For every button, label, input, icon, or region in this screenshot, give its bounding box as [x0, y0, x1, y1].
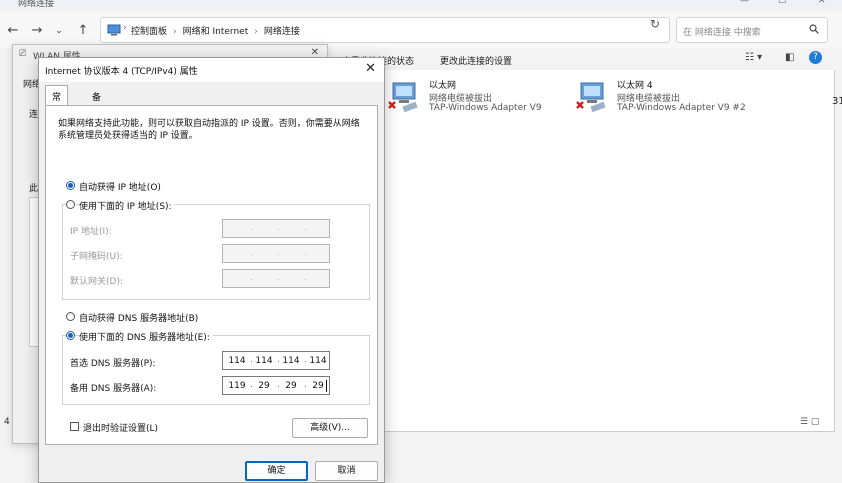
adapter-ethernet-4[interactable]: 以太网 4 网络电缆被拔出 TAP-Windows Adapter V9 #2 [575, 78, 775, 118]
ipv4-properties-dialog: Internet 协议版本 4 (TCP/IPv4) 属性 ✕ 常规 备用配置 … [38, 57, 385, 483]
path-chevron-icon: › [123, 23, 127, 33]
dns-auto-radio[interactable] [66, 312, 75, 321]
validate-on-exit-checkbox[interactable] [70, 422, 79, 431]
octet-dot: . [250, 248, 253, 258]
ip-manual-label[interactable]: 使用下面的 IP 地址(S): [79, 199, 175, 212]
octet-dot: . [277, 248, 280, 258]
preferred-dns-label: 首选 DNS 服务器(P): [70, 359, 156, 369]
validate-on-exit-label[interactable]: 退出时验证设置(L) [83, 421, 158, 434]
intro-text: 如果网络支持此功能，则可以获取自动指派的 IP 设置。否则，你需要从网络系统管理… [58, 119, 360, 141]
dns-auto-label[interactable]: 自动获得 DNS 服务器地址(B) [79, 311, 198, 324]
close-icon[interactable]: ✕ [818, 0, 826, 6]
tab-general[interactable]: 常规 [45, 85, 69, 116]
cancel-button[interactable]: 取消 [315, 461, 378, 481]
network-adapter-icon [576, 82, 606, 113]
alternate-dns-field[interactable]: 119. 29. 29. 29 [222, 376, 330, 395]
text-cursor [326, 380, 327, 392]
advanced-button[interactable]: 高级(V)... [292, 418, 368, 438]
search-input[interactable]: 在 网络连接 中搜索 [683, 25, 761, 38]
back-arrow-icon[interactable]: ← [4, 22, 22, 40]
wlan-window-icon: ⎚ [19, 49, 27, 59]
breadcrumb-separator: › [173, 27, 177, 37]
adapter-ethernet[interactable]: 以太网 网络电缆被拔出 TAP-Windows Adapter V9 [387, 78, 567, 118]
breadcrumb-control-panel[interactable]: 控制面板 [131, 27, 167, 37]
refresh-icon[interactable]: ↻ [650, 17, 660, 31]
octet[interactable]: 114 [225, 356, 249, 366]
octet-dot: . [277, 223, 280, 233]
status-left-digit: 4 [4, 417, 10, 427]
subnet-mask-field: . . . [222, 244, 330, 263]
search-box[interactable]: 在 网络连接 中搜索 [676, 17, 828, 43]
explorer-titlebar: 网络连接 — ☐ ✕ [0, 0, 842, 10]
recent-dropdown-icon[interactable]: ⌄ [50, 22, 68, 40]
octet-dot: . [304, 273, 307, 283]
maximize-icon[interactable]: ☐ [778, 0, 786, 6]
general-panel: 如果网络支持此功能，则可以获取自动指派的 IP 设置。否则，你需要从网络系统管理… [45, 105, 378, 445]
ip-address-label: IP 地址(I): [70, 227, 112, 237]
adapter-name: 以太网 4 [617, 81, 653, 91]
breadcrumb: 控制面板 › 网络和 Internet › 网络连接 [131, 24, 300, 37]
forward-arrow-icon[interactable]: → [28, 22, 46, 40]
help-icon[interactable]: ? [809, 51, 822, 64]
up-arrow-icon[interactable]: ↑ [74, 22, 92, 40]
wlan-connect-label: 连 [29, 110, 39, 120]
address-bar[interactable]: › 控制面板›网络和 Internet›网络连接 ⌄ [100, 17, 734, 43]
default-gateway-label: 默认网关(D): [70, 277, 123, 287]
tab-alternate-configuration[interactable]: 备用配置 [85, 85, 108, 142]
ip-auto-label[interactable]: 自动获得 IP 地址(O) [79, 180, 161, 193]
octet[interactable]: 114 [279, 356, 303, 366]
octet[interactable]: 114 [252, 356, 276, 366]
connections-list: 以太网 网络电缆被拔出 TAP-Windows Adapter V9 以太网 4… [385, 70, 835, 432]
change-connection-settings-button[interactable]: 更改此连接的设置 [440, 54, 512, 67]
octet-dot: . [250, 223, 253, 233]
octet-dot: . [250, 273, 253, 283]
address-toolbar: ← → ⌄ ↑ › 控制面板›网络和 Internet›网络连接 ⌄ ↻ 在 网… [0, 12, 842, 48]
change-view-icon[interactable]: ☷ ▾ [745, 52, 762, 63]
adapter-device: TAP-Windows Adapter V9 [429, 103, 542, 113]
details-view-icon[interactable]: ☰ ▢ [800, 417, 819, 427]
wlan-this-label: 此 [29, 184, 39, 194]
dialog-titlebar: Internet 协议版本 4 (TCP/IPv4) 属性 ✕ [39, 58, 384, 82]
dns-manual-radio[interactable] [66, 331, 75, 340]
alternate-dns-label: 备用 DNS 服务器(A): [70, 384, 157, 394]
control-panel-icon [107, 24, 121, 36]
ok-button[interactable]: 确定 [245, 461, 308, 481]
minimize-icon[interactable]: — [740, 0, 749, 6]
subnet-mask-label: 子网掩码(U): [70, 252, 123, 262]
edge-text: 31 [832, 96, 842, 107]
close-icon[interactable]: ✕ [365, 61, 376, 76]
octet[interactable]: 114 [306, 356, 330, 366]
default-gateway-field: . . . [222, 269, 330, 288]
ip-manual-radio[interactable] [66, 200, 75, 209]
dns-manual-label[interactable]: 使用下面的 DNS 服务器地址(E): [79, 330, 213, 343]
octet-dot: . [277, 273, 280, 283]
ip-auto-radio[interactable] [66, 181, 75, 190]
octet[interactable]: 29 [279, 381, 303, 391]
dialog-title: Internet 协议版本 4 (TCP/IPv4) 属性 [45, 67, 198, 77]
octet-dot: . [304, 223, 307, 233]
breadcrumb-network-internet[interactable]: 网络和 Internet [183, 27, 249, 37]
adapter-device: TAP-Windows Adapter V9 #2 [617, 103, 746, 113]
octet-dot: . [304, 248, 307, 258]
breadcrumb-separator: › [254, 27, 258, 37]
network-adapter-icon [388, 82, 418, 113]
explorer-title: 网络连接 [18, 0, 55, 9]
octet[interactable]: 119 [225, 381, 249, 391]
preview-pane-icon[interactable]: ◧ [785, 52, 794, 63]
search-icon [809, 24, 819, 34]
octet[interactable]: 29 [252, 381, 276, 391]
ip-address-field: . . . [222, 219, 330, 238]
breadcrumb-network-connections[interactable]: 网络连接 [264, 27, 300, 37]
adapter-name: 以太网 [429, 81, 457, 91]
preferred-dns-field[interactable]: 114. 114. 114. 114 [222, 351, 330, 370]
